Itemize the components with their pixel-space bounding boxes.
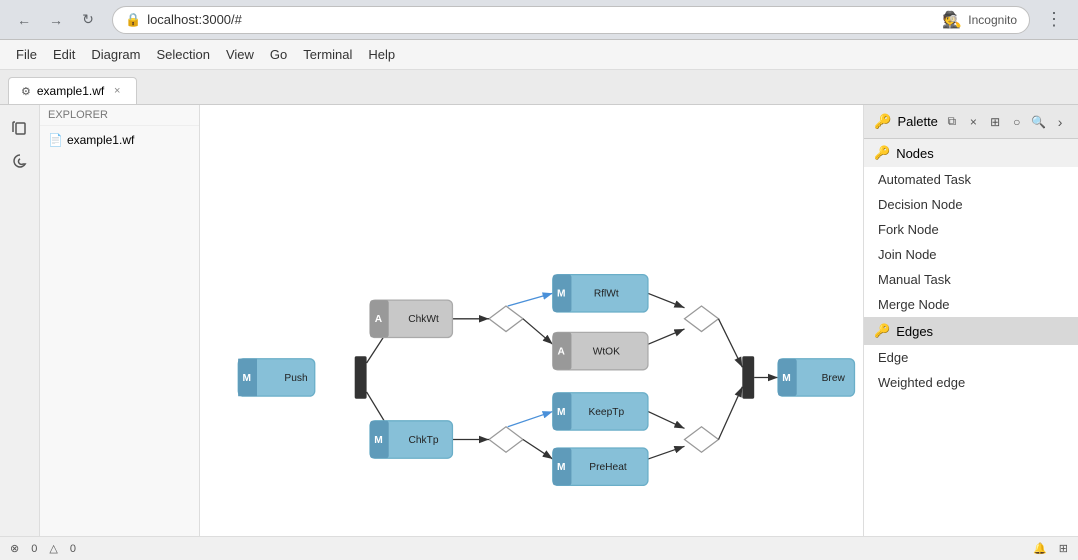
menu-help[interactable]: Help [360, 43, 403, 66]
file-explorer-panel: EXPLORER 📄 example1.wf [40, 105, 200, 536]
menu-bar: File Edit Diagram Selection View Go Term… [0, 40, 1078, 70]
menu-diagram[interactable]: Diagram [83, 43, 148, 66]
notification-icon[interactable]: 🔔 [1033, 542, 1047, 555]
reload-button[interactable]: ↻ [74, 6, 102, 34]
lock-icon: 🔒 [125, 12, 141, 28]
browser-chrome: ← → ↻ 🔒 localhost:3000/# 🕵 Incognito ⋮ [0, 0, 1078, 40]
edges-section-label: Edges [896, 324, 933, 339]
app-window: File Edit Diagram Selection View Go Term… [0, 40, 1078, 560]
svg-text:Push: Push [284, 373, 307, 384]
svg-text:A: A [375, 314, 383, 325]
incognito-indicator: 🕵 Incognito [942, 10, 1017, 30]
palette-item-edge[interactable]: Edge [864, 345, 1078, 370]
file-icon: 📄 [48, 133, 63, 147]
svg-text:A: A [558, 347, 566, 358]
file-tree: 📄 example1.wf [40, 126, 199, 154]
svg-text:KeepTp: KeepTp [588, 407, 624, 418]
palette-item-weighted-edge[interactable]: Weighted edge [864, 370, 1078, 395]
svg-text:RflWt: RflWt [594, 289, 619, 300]
palette-panel: 🔑 Palette ⧉ × ⊞ ○ 🔍 › 🔑 Nodes Automated … [863, 105, 1078, 536]
incognito-label: Incognito [968, 13, 1017, 27]
palette-icon: 🔑 [874, 113, 891, 130]
main-content: EXPLORER 📄 example1.wf [40, 105, 863, 536]
svg-text:M: M [557, 407, 566, 418]
explorer-header: EXPLORER [40, 105, 199, 126]
copy-icon[interactable] [6, 113, 34, 141]
palette-content: 🔑 Nodes Automated Task Decision Node For… [864, 139, 1078, 536]
nav-buttons: ← → ↻ [10, 6, 102, 34]
menu-selection[interactable]: Selection [148, 43, 217, 66]
palette-search-btn[interactable]: 🔍 [1031, 112, 1047, 132]
nodes-section-header[interactable]: 🔑 Nodes [864, 139, 1078, 167]
svg-text:M: M [557, 462, 566, 473]
edges-key-icon: 🔑 [874, 323, 890, 339]
palette-grid-btn[interactable]: ⊞ [987, 112, 1003, 132]
diagram-svg: M Push A ChkWt M ChkTp M Rfl [200, 105, 863, 536]
error-icon: ⊗ [10, 542, 19, 555]
forward-button[interactable]: → [42, 6, 70, 34]
layout-icon[interactable]: ⊞ [1059, 542, 1068, 555]
menu-go[interactable]: Go [262, 43, 295, 66]
palette-title: Palette [897, 114, 937, 129]
tab-close-button[interactable]: × [110, 84, 124, 98]
palette-close-btn[interactable]: × [966, 112, 982, 132]
svg-text:M: M [557, 289, 566, 300]
tab-bar: ⚙ example1.wf × [0, 70, 1078, 105]
menu-file[interactable]: File [8, 43, 45, 66]
more-options-button[interactable]: ⋮ [1040, 6, 1068, 34]
warning-count: 0 [70, 543, 76, 555]
svg-text:WtOK: WtOK [593, 347, 620, 358]
menu-terminal[interactable]: Terminal [295, 43, 360, 66]
palette-icon-sidebar[interactable] [6, 147, 34, 175]
nodes-key-icon: 🔑 [874, 145, 890, 161]
content-area: EXPLORER 📄 example1.wf [0, 105, 1078, 536]
menu-view[interactable]: View [218, 43, 262, 66]
tab-label: example1.wf [37, 84, 104, 98]
url-text: localhost:3000/# [147, 12, 242, 27]
file-name: example1.wf [67, 133, 134, 147]
palette-item-merge-node[interactable]: Merge Node [864, 292, 1078, 317]
palette-header: 🔑 Palette ⧉ × ⊞ ○ 🔍 › [864, 105, 1078, 139]
svg-text:M: M [243, 373, 252, 384]
palette-item-manual-task[interactable]: Manual Task [864, 267, 1078, 292]
svg-text:Brew: Brew [822, 373, 846, 384]
address-bar[interactable]: 🔒 localhost:3000/# 🕵 Incognito [112, 6, 1030, 34]
svg-text:ChkWt: ChkWt [408, 314, 439, 325]
diagram-canvas[interactable]: M Push A ChkWt M ChkTp M Rfl [200, 105, 863, 536]
palette-item-fork-node[interactable]: Fork Node [864, 217, 1078, 242]
palette-check-btn[interactable]: ○ [1009, 112, 1025, 132]
edges-section-header[interactable]: 🔑 Edges [864, 317, 1078, 345]
svg-text:ChkTp: ChkTp [409, 435, 439, 446]
left-sidebar [0, 105, 40, 536]
status-bar: ⊗ 0 △ 0 🔔 ⊞ [0, 536, 1078, 560]
nodes-section-label: Nodes [896, 146, 934, 161]
back-button[interactable]: ← [10, 6, 38, 34]
incognito-icon: 🕵 [942, 10, 962, 30]
error-count: 0 [31, 543, 37, 555]
palette-item-join-node[interactable]: Join Node [864, 242, 1078, 267]
tab-file-icon: ⚙ [21, 85, 31, 98]
menu-edit[interactable]: Edit [45, 43, 83, 66]
svg-text:M: M [782, 373, 791, 384]
palette-copy-btn[interactable]: ⧉ [944, 112, 960, 132]
palette-expand-btn[interactable]: › [1052, 112, 1068, 132]
svg-text:PreHeat: PreHeat [589, 462, 627, 473]
warning-icon: △ [49, 542, 57, 555]
palette-item-automated-task[interactable]: Automated Task [864, 167, 1078, 192]
active-tab[interactable]: ⚙ example1.wf × [8, 77, 137, 104]
palette-item-decision-node[interactable]: Decision Node [864, 192, 1078, 217]
file-item-wf[interactable]: 📄 example1.wf [40, 130, 199, 150]
svg-text:M: M [374, 435, 383, 446]
